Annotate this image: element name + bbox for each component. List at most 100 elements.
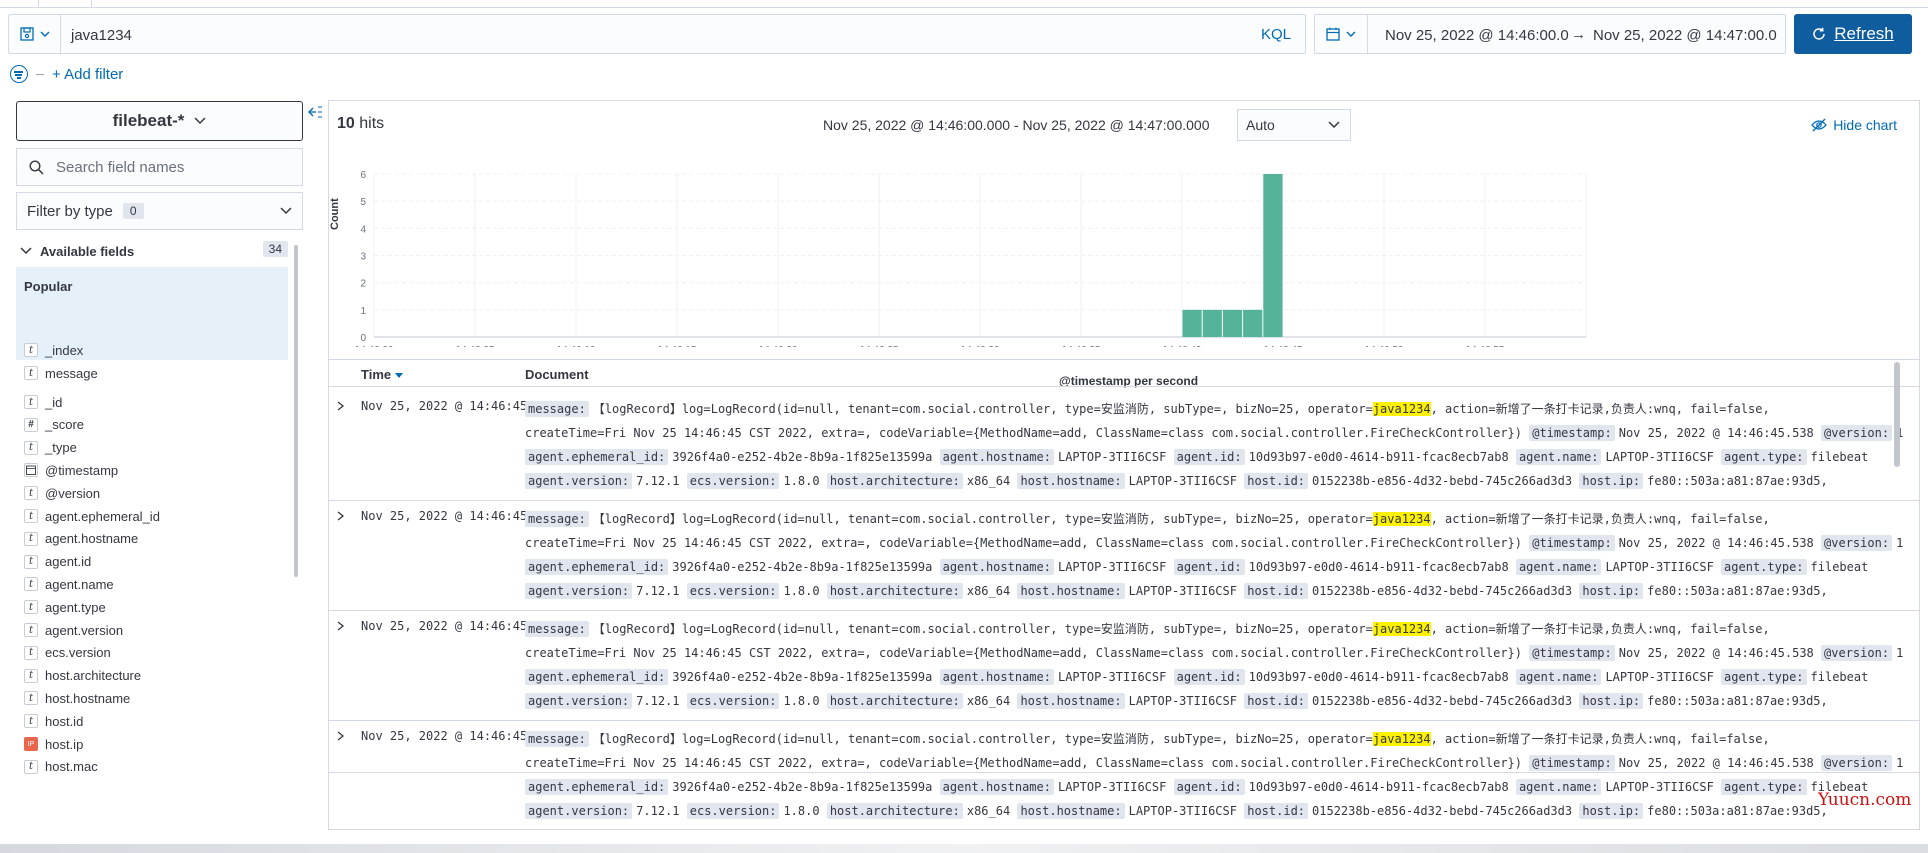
- field-name: _type: [45, 440, 77, 456]
- histogram-bar[interactable]: [1263, 174, 1283, 337]
- expand-row-icon[interactable]: [337, 509, 345, 524]
- add-filter-button[interactable]: + Add filter: [52, 66, 123, 83]
- field-item[interactable]: t agent.name: [24, 574, 114, 594]
- filter-options-icon[interactable]: [10, 65, 28, 83]
- expand-row-icon[interactable]: [337, 619, 345, 634]
- row-document: message: 【logRecord】log=LogRecord(id=null…: [525, 617, 1905, 715]
- field-item[interactable]: t host.hostname: [24, 688, 130, 708]
- interval-select[interactable]: Auto: [1237, 109, 1351, 141]
- sidebar-scrollbar[interactable]: [294, 245, 298, 577]
- doc-message: 【logRecord】log=LogRecord(id=null, tenant…: [592, 512, 1373, 526]
- index-pattern-selector[interactable]: filebeat-*: [16, 101, 303, 141]
- doc-field-value: 1: [1896, 646, 1904, 660]
- expand-row-icon[interactable]: [337, 729, 345, 744]
- field-item[interactable]: t message: [24, 363, 98, 383]
- saved-query-button[interactable]: [9, 15, 61, 53]
- doc-field-key: agent.ephemeral_id:: [525, 559, 669, 575]
- divider: [36, 73, 44, 75]
- date-picker: Nov 25, 2022 @ 14:46:00.0 → Nov 25, 2022…: [1314, 14, 1786, 54]
- histogram-bar[interactable]: [1222, 309, 1243, 337]
- field-item[interactable]: t agent.type: [24, 597, 106, 617]
- field-name: ecs.version: [45, 645, 111, 661]
- refresh-icon: [1813, 27, 1825, 40]
- field-item[interactable]: t host.architecture: [24, 666, 141, 686]
- field-item[interactable]: t _type: [24, 438, 77, 458]
- field-item[interactable]: t agent.ephemeral_id: [24, 506, 160, 526]
- field-item[interactable]: t agent.hostname: [24, 529, 138, 549]
- field-item[interactable]: t _index: [24, 340, 83, 360]
- doc-field-value: 7.12.1: [636, 474, 680, 488]
- chevron-down-icon: [1328, 121, 1340, 129]
- doc-field-key: ecs.version:: [686, 803, 780, 819]
- field-item[interactable]: t ecs.version: [24, 643, 111, 663]
- hide-chart-button[interactable]: Hide chart: [1811, 117, 1897, 133]
- search-highlight: java1234: [1372, 402, 1431, 416]
- doc-field-value: 10d93b97-e0d0-4614-b911-fcac8ecb7ab8: [1248, 450, 1509, 464]
- field-item[interactable]: IP host.ip: [24, 734, 83, 754]
- doc-field-key: message:: [525, 731, 589, 747]
- doc-field-key: host.architecture:: [826, 583, 963, 599]
- row-document: message: 【logRecord】log=LogRecord(id=null…: [525, 727, 1905, 825]
- field-name: host.mac: [45, 759, 98, 775]
- string-type-icon: t: [24, 554, 38, 569]
- field-item[interactable]: @timestamp: [24, 460, 118, 480]
- end-date-button[interactable]: Nov 25, 2022 @ 14:47:00.0: [1593, 27, 1777, 44]
- doc-field-key: message:: [525, 401, 589, 417]
- doc-field-value: 1: [1896, 756, 1904, 770]
- field-item[interactable]: # _score: [24, 415, 84, 435]
- field-item[interactable]: t _id: [24, 392, 62, 412]
- doc-field-key: agent.name:: [1515, 669, 1602, 685]
- field-item[interactable]: t agent.version: [24, 620, 123, 640]
- expand-row-icon[interactable]: [337, 399, 345, 414]
- table-row: Nov 25, 2022 @ 14:46:45.538 message: 【logR…: [329, 391, 1919, 501]
- x-tick-label: 14:46:30: [961, 345, 1000, 347]
- doc-message: createTime=Fri Nov 25 14:46:45 CST 2022,…: [525, 646, 1522, 660]
- field-item[interactable]: t agent.id: [24, 552, 91, 572]
- collapse-sidebar-icon[interactable]: [308, 105, 322, 123]
- doc-field-value: x86_64: [966, 474, 1011, 488]
- doc-field-key: host.ip:: [1579, 473, 1644, 489]
- histogram-bar[interactable]: [1243, 309, 1263, 337]
- histogram-bar[interactable]: [1182, 309, 1202, 337]
- table-row: Nov 25, 2022 @ 14:46:45.538 message: 【logR…: [329, 501, 1919, 611]
- doc-field-key: message:: [525, 511, 589, 527]
- doc-field-key: host.ip:: [1579, 803, 1644, 819]
- doc-field-key: host.architecture:: [826, 803, 963, 819]
- field-name: @timestamp: [45, 462, 119, 478]
- doc-field-value: filebeat: [1810, 670, 1869, 684]
- field-search-input[interactable]: Search field names: [16, 148, 303, 186]
- refresh-button[interactable]: Refresh: [1794, 14, 1912, 54]
- field-name: agent.name: [45, 576, 114, 592]
- results-scrollbar[interactable]: [1894, 362, 1900, 467]
- start-date-button[interactable]: Nov 25, 2022 @ 14:46:00.0: [1385, 27, 1569, 44]
- doc-field-key: agent.ephemeral_id:: [525, 669, 669, 685]
- search-highlight: java1234: [1372, 732, 1431, 746]
- search-icon: [29, 159, 44, 175]
- filter-by-type-button[interactable]: Filter by type 0: [16, 192, 303, 230]
- search-highlight: java1234: [1372, 622, 1431, 636]
- y-tick-label: 0: [360, 333, 366, 344]
- quick-menu-button[interactable]: [1315, 15, 1368, 53]
- histogram-bar[interactable]: [1202, 309, 1222, 337]
- time-column-header[interactable]: Time: [361, 367, 403, 382]
- sort-down-icon: [394, 373, 403, 378]
- doc-field-value: 7.12.1: [636, 694, 680, 708]
- chart-time-range: Nov 25, 2022 @ 14:46:00.000 - Nov 25, 20…: [823, 117, 1210, 133]
- y-tick-label: 3: [360, 252, 366, 263]
- doc-field-value: Nov 25, 2022 @ 14:46:45.538: [1618, 426, 1814, 440]
- field-item[interactable]: t host.id: [24, 711, 83, 731]
- doc-field-value: x86_64: [966, 804, 1011, 818]
- field-name: host.hostname: [45, 690, 131, 706]
- doc-field-value: 1.8.0: [783, 584, 820, 598]
- query-input[interactable]: java1234: [71, 27, 132, 44]
- field-item[interactable]: t host.mac: [24, 757, 98, 777]
- field-name: _score: [45, 417, 85, 433]
- available-fields-toggle[interactable]: Available fields 34: [20, 241, 290, 261]
- doc-field-key: agent.name:: [1515, 779, 1602, 795]
- doc-field-value: 7.12.1: [636, 584, 680, 598]
- document-column-header: Document: [525, 367, 589, 382]
- hide-chart-label: Hide chart: [1833, 117, 1897, 133]
- doc-field-key: agent.type:: [1721, 779, 1807, 795]
- field-item[interactable]: t @version: [24, 483, 100, 503]
- kql-toggle[interactable]: KQL: [1261, 26, 1291, 43]
